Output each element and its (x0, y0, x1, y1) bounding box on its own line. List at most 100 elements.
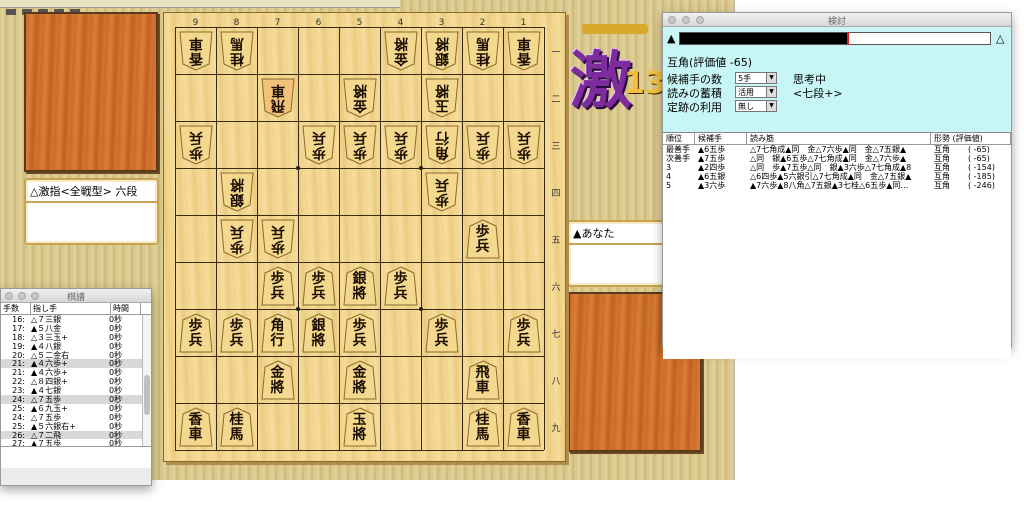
list-item[interactable]: 16: △７三銀 0秒 (1, 315, 151, 324)
shogi-piece[interactable]: 歩兵 (424, 172, 459, 212)
shogi-piece[interactable]: 歩兵 (178, 125, 213, 165)
list-item[interactable]: 18: △３三玉+ 0秒 (1, 333, 151, 342)
shogi-piece[interactable]: 金將 (260, 359, 295, 400)
list-item[interactable]: 19: ▲４八銀 0秒 (1, 342, 151, 351)
reading-line: △同 歩▲7五歩△同 銀▲3六歩△7七角成▲8 (750, 163, 912, 172)
piece-label: 歩 (393, 270, 408, 287)
kifu-scrollbar[interactable] (142, 315, 151, 446)
list-item[interactable]: 17: ▲５八金 0秒 (1, 324, 151, 333)
shogi-piece[interactable]: 飛車 (465, 359, 500, 400)
shogi-piece[interactable]: 歩兵 (219, 219, 254, 259)
shogi-piece[interactable]: 歩兵 (178, 312, 213, 353)
file-label: 4 (397, 18, 404, 28)
shogi-piece[interactable]: 角行 (424, 125, 459, 165)
piece-label: 兵 (311, 285, 326, 302)
shogi-piece[interactable]: 香車 (178, 31, 213, 71)
shogi-piece[interactable]: 歩兵 (465, 125, 500, 165)
piece-label: 銀 (229, 190, 244, 207)
list-item[interactable]: 24: △７五歩 0秒 (1, 413, 151, 422)
shogi-piece[interactable]: 銀將 (301, 312, 336, 353)
shogi-piece[interactable]: 歩兵 (260, 219, 295, 259)
accumulate-select[interactable]: 活用 ▼ (735, 86, 777, 98)
piece-label: 金 (352, 364, 367, 381)
shogi-piece[interactable]: 歩兵 (383, 265, 418, 306)
shogi-piece[interactable]: 桂馬 (465, 406, 500, 447)
shogi-piece[interactable]: 歩兵 (301, 265, 336, 306)
list-item[interactable]: 20: △５二金右 0秒 (1, 351, 151, 360)
grid-line (175, 168, 544, 169)
shogi-piece[interactable]: 銀將 (219, 172, 254, 212)
shogi-piece[interactable]: 香車 (178, 406, 213, 447)
table-row[interactable]: 4 ▲6五銀 △6四歩▲5六銀引△7七角成▲同 金△7五銀▲ 互角 ( -185) (663, 172, 1011, 181)
grid-line (257, 27, 258, 450)
board-grid[interactable]: 香車桂馬金將銀將桂馬香車飛車金將玉將歩兵歩兵歩兵歩兵角行歩兵歩兵銀將歩兵歩兵歩兵… (175, 27, 545, 451)
joseki-select[interactable]: 無し ▼ (735, 100, 777, 112)
analysis-list[interactable]: 最善手 ▲6五歩 △7七角成▲同 金△7六歩▲同 金△7五銀▲ 互角( -65) 次善手… (663, 145, 1011, 359)
table-row[interactable]: 5 ▲3六歩 ▲7六歩▲8八角△7五銀▲3七桂△6五歩▲同… 互角 ( -246) (663, 181, 1011, 190)
list-item[interactable]: 26: △７二飛 0秒 (1, 430, 151, 440)
shogi-piece[interactable]: 歩兵 (465, 218, 500, 259)
shogi-piece[interactable]: 銀將 (342, 265, 377, 306)
table-row[interactable]: 3 ▲2四歩 △同 歩▲7五歩△同 銀▲3六歩△7七角成▲8 互角 ( -154) (663, 163, 1011, 172)
table-row[interactable]: 最善手 ▲6五歩 △7七角成▲同 金△7六歩▲同 金△7五銀▲ 互角 ( -65) (663, 145, 1011, 154)
shogi-piece[interactable]: 角行 (260, 312, 295, 353)
piece-label: 歩 (311, 143, 326, 160)
chevron-down-icon[interactable]: ▼ (766, 87, 776, 97)
shogi-piece[interactable]: 金將 (383, 31, 418, 71)
candidates-select[interactable]: 5手 ▼ (735, 72, 777, 84)
shogi-piece[interactable]: 香車 (506, 406, 541, 447)
shogi-piece[interactable]: 桂馬 (465, 31, 500, 71)
shogi-piece[interactable]: 歩兵 (342, 312, 377, 353)
list-item[interactable]: 25: ▲６九玉+ 0秒 (1, 404, 151, 413)
list-item[interactable]: 21: ▲４六歩+ 0秒 (1, 368, 151, 377)
list-item[interactable]: 25: ▲５六銀右+ 0秒 (1, 422, 151, 431)
piece-label: 香 (188, 49, 203, 66)
scrollbar-thumb[interactable] (144, 375, 150, 415)
gote-piece-stand[interactable] (24, 12, 158, 172)
kifu-comment-box[interactable] (1, 446, 151, 468)
table-row[interactable]: 次善手 ▲7五歩 △同 銀▲6五歩△7七角成▲同 金△7六歩▲ 互角 ( -65) (663, 154, 1011, 163)
shogi-piece[interactable]: 歩兵 (219, 312, 254, 353)
shogi-piece[interactable]: 玉將 (342, 406, 377, 447)
shogi-piece[interactable]: 香車 (506, 31, 541, 71)
analysis-titlebar[interactable]: 検討 (663, 13, 1011, 27)
shogi-piece[interactable]: 歩兵 (260, 265, 295, 306)
shogi-piece[interactable]: 歩兵 (506, 312, 541, 353)
shogi-piece[interactable]: 飛車 (260, 78, 295, 118)
kifu-titlebar[interactable]: 棋譜 (1, 289, 151, 303)
shogi-piece[interactable]: 歩兵 (301, 125, 336, 165)
reading-line: △同 銀▲6五歩△7七角成▲同 金△7六歩▲ (750, 154, 907, 163)
judgement: 互角 (934, 181, 950, 190)
piece-label: 歩 (311, 270, 326, 287)
kifu-list[interactable]: 16: △７三銀 0秒 17: ▲５八金 0秒 18: △３三玉+ 0秒 19: ▲４八銀 0秒 20:… (1, 315, 151, 446)
shogi-piece[interactable]: 桂馬 (219, 406, 254, 447)
list-item[interactable]: 27: ▲７五歩 0秒 (1, 439, 151, 446)
chevron-down-icon[interactable]: ▼ (766, 101, 776, 111)
shogi-piece[interactable]: 歩兵 (506, 125, 541, 165)
list-item[interactable]: 21: ▲４六歩+ 0秒 (1, 359, 151, 368)
shogi-piece[interactable]: 金將 (342, 359, 377, 400)
chevron-down-icon[interactable]: ▼ (766, 73, 776, 83)
piece-label: 馬 (475, 426, 490, 443)
shogi-piece[interactable]: 金將 (342, 78, 377, 118)
shogi-piece[interactable]: 玉將 (424, 78, 459, 118)
engine-level-text: <七段+> (793, 87, 843, 100)
toolbar-strip[interactable] (0, 0, 400, 15)
piece-label: 歩 (188, 317, 203, 334)
list-item[interactable]: 23: ▲４七銀 0秒 (1, 386, 151, 395)
shogi-piece[interactable]: 歩兵 (424, 312, 459, 353)
shogi-piece[interactable]: 歩兵 (383, 125, 418, 165)
kifu-window[interactable]: 棋譜 手数 指し手 時間 16: △７三銀 0秒 17: ▲５八金 0秒 18: △３三玉+ 0… (0, 288, 152, 486)
shogi-piece[interactable]: 歩兵 (342, 125, 377, 165)
list-item[interactable]: 22: △８四銀+ 0秒 (1, 377, 151, 386)
grid-line (175, 356, 544, 357)
list-item[interactable]: 24: △７五歩 0秒 (1, 395, 151, 404)
shogi-board[interactable]: 香車桂馬金將銀將桂馬香車飛車金將玉將歩兵歩兵歩兵歩兵角行歩兵歩兵銀將歩兵歩兵歩兵… (163, 12, 566, 462)
kifu-col-time: 時間 (111, 303, 141, 314)
piece-label: 兵 (352, 128, 367, 145)
shogi-piece[interactable]: 桂馬 (219, 31, 254, 71)
shogi-piece[interactable]: 銀將 (424, 31, 459, 71)
analysis-window[interactable]: 検討 ▲ △ 互角(評価値 -65) 候補手の数 5手 ▼ 思考中 読みの蓄積 活… (662, 12, 1012, 359)
file-label: 2 (479, 18, 486, 28)
kifu-col-number: 手数 (1, 303, 31, 314)
